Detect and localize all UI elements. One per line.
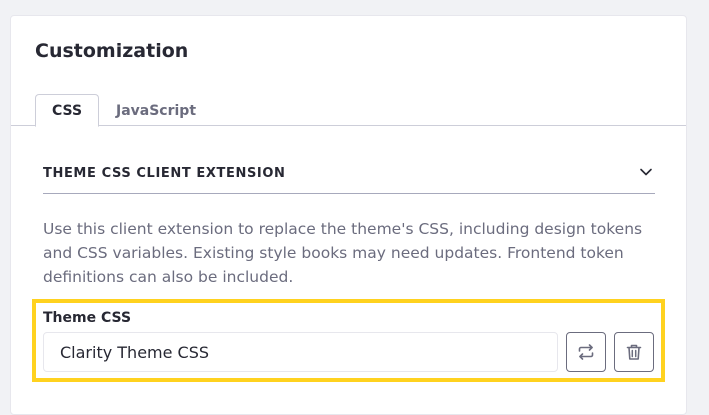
theme-css-section-toggle[interactable]: THEME CSS CLIENT EXTENSION <box>43 156 655 194</box>
replace-icon <box>578 344 594 360</box>
customization-panel: Customization CSS JavaScript THEME CSS C… <box>10 15 687 415</box>
trash-icon <box>626 344 642 360</box>
theme-css-input[interactable] <box>43 332 558 372</box>
tab-bar: CSS JavaScript <box>11 94 686 127</box>
panel-title: Customization <box>35 40 189 62</box>
replace-button[interactable] <box>566 332 606 372</box>
delete-button[interactable] <box>614 332 654 372</box>
chevron-down-icon <box>640 168 652 175</box>
theme-css-label: Theme CSS <box>43 310 132 326</box>
tab-javascript[interactable]: JavaScript <box>107 94 205 127</box>
section-title: THEME CSS CLIENT EXTENSION <box>43 166 286 181</box>
tab-css[interactable]: CSS <box>35 94 99 127</box>
section-description: Use this client extension to replace the… <box>43 220 643 286</box>
